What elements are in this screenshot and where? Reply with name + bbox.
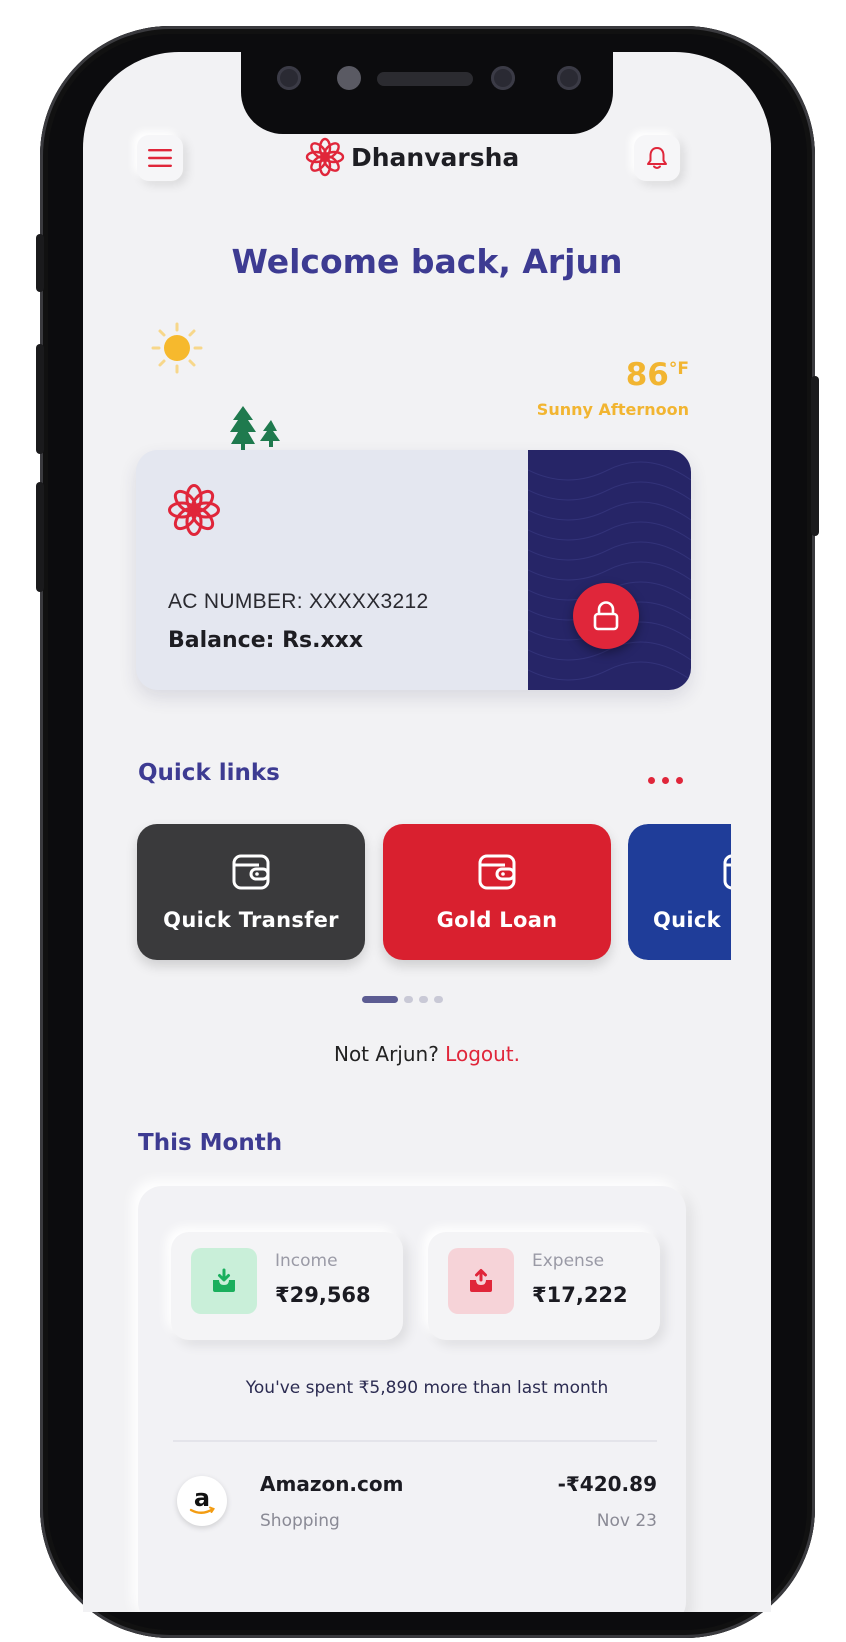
amazon-logo-icon: a (189, 1484, 215, 1514)
bell-icon (647, 147, 667, 169)
volume-down-button (36, 482, 44, 592)
wave-pattern (528, 461, 691, 681)
flower-logo-icon (168, 484, 220, 536)
download-tray-icon (213, 1268, 235, 1292)
menu-button[interactable] (137, 135, 183, 181)
income-icon-box (191, 1248, 257, 1314)
transaction-category: Shopping (260, 1511, 340, 1531)
dot (662, 777, 669, 784)
dot (676, 777, 683, 784)
wallet-icon (723, 854, 731, 890)
volume-up-button (36, 344, 44, 454)
account-card-info: AC NUMBER: XXXXX3212 Balance: Rs.xxx (136, 450, 528, 690)
earpiece-speaker (377, 72, 473, 86)
wallet-icon (478, 854, 516, 890)
not-user-text: Not Arjun? (333, 1042, 439, 1066)
upload-tray-icon (470, 1269, 492, 1292)
expense-icon-box (448, 1248, 514, 1314)
transaction-merchant: Amazon.com (260, 1472, 404, 1496)
svg-text:a: a (194, 1484, 210, 1512)
temperature-unit: °F (668, 359, 689, 379)
account-number: AC NUMBER: XXXXX3212 (168, 590, 429, 613)
sensor (277, 66, 301, 90)
account-card[interactable]: AC NUMBER: XXXXX3212 Balance: Rs.xxx (136, 450, 691, 690)
app-screen: Dhanvarsha Welcome back, Arjun 86°F Sunn… (83, 52, 771, 1612)
notifications-button[interactable] (634, 135, 680, 181)
quick-links-title: Quick links (138, 760, 280, 786)
quick-link-label: Quick Transfer (163, 908, 339, 932)
pager-dot[interactable] (434, 996, 443, 1003)
brand-logo: Dhanvarsha (305, 132, 519, 182)
account-balance: Balance: Rs.xxx (168, 628, 364, 653)
sun-icon (151, 322, 203, 374)
quick-link-quick-transfer[interactable]: Quick Transfer (137, 824, 365, 960)
quick-link-quick[interactable]: Quick (628, 824, 731, 960)
brand-name: Dhanvarsha (351, 142, 520, 172)
mute-switch (36, 234, 44, 292)
expense-card[interactable]: Expense ₹17,222 (428, 1232, 660, 1340)
amazon-logo: a (177, 1476, 227, 1526)
expense-amount: ₹17,222 (532, 1283, 628, 1307)
more-options-button[interactable] (648, 777, 683, 784)
logout-link[interactable]: Logout. (445, 1042, 520, 1066)
transaction-date: Nov 23 (596, 1511, 657, 1531)
account-card-panel (528, 450, 691, 690)
temperature-value: 86 (625, 357, 669, 393)
not-user-line: Not Arjun? Logout. (83, 1042, 771, 1066)
carousel-pager (362, 996, 443, 1003)
quick-link-gold-loan[interactable]: Gold Loan (383, 824, 611, 960)
lock-button[interactable] (573, 583, 639, 649)
divider (173, 1440, 657, 1442)
notch (241, 52, 613, 134)
hamburger-icon (148, 149, 172, 167)
spending-comparison: You've spent ₹5,890 more than last month (245, 1378, 609, 1398)
quick-link-label: Gold Loan (436, 908, 558, 932)
this-month-title: This Month (138, 1130, 283, 1156)
flower-logo-icon (305, 137, 345, 177)
sensor (337, 66, 361, 90)
trees-icon (230, 406, 280, 450)
welcome-heading: Welcome back, Arjun (231, 242, 623, 281)
income-label: Income (275, 1251, 338, 1271)
weather-temperature: 86°F (626, 357, 689, 393)
wallet-icon (232, 854, 270, 890)
quick-link-clip: Quick (628, 824, 731, 960)
power-button (811, 376, 819, 536)
quick-link-label: Quick (653, 908, 721, 932)
income-amount: ₹29,568 (275, 1283, 371, 1307)
front-camera (491, 66, 515, 90)
pager-dot[interactable] (419, 996, 428, 1003)
lock-icon (593, 601, 619, 631)
expense-label: Expense (532, 1251, 605, 1271)
pager-dot-active[interactable] (362, 996, 398, 1003)
income-card[interactable]: Income ₹29,568 (171, 1232, 403, 1340)
dot (648, 777, 655, 784)
weather-description: Sunny Afternoon (536, 400, 689, 419)
transaction-amount: -₹420.89 (557, 1472, 657, 1496)
sensor (557, 66, 581, 90)
pager-dot[interactable] (404, 996, 413, 1003)
